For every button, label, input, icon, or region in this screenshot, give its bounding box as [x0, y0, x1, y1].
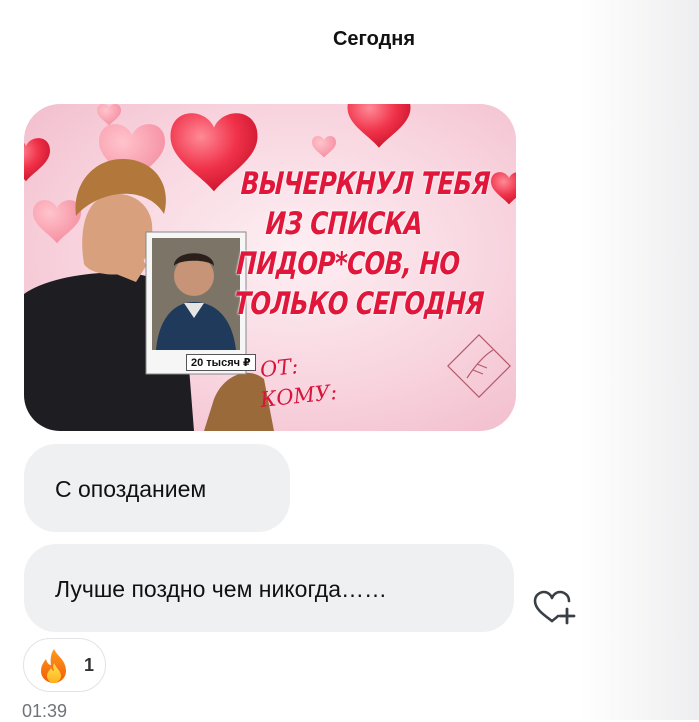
heart-icon: [347, 104, 411, 148]
headline-line: ВЫЧЕРКНУЛ ТЕБЯ: [239, 166, 491, 202]
stamp-logo: [447, 334, 511, 398]
heart-icon: [24, 138, 51, 182]
sticker-headline: ВЫЧЕРКНУЛ ТЕБЯ ИЗ СПИСКА ПИДОР*СОВ, НО Т…: [233, 164, 491, 324]
heart-icon: [33, 200, 81, 244]
heart-icon: [490, 172, 516, 205]
fire-icon: [41, 649, 66, 683]
heart-plus-icon: [533, 590, 576, 625]
heart-icon: [312, 136, 336, 158]
heart-icon: [97, 104, 121, 126]
message-text: С опозданием: [55, 476, 207, 502]
reaction-chip[interactable]: 1: [23, 638, 106, 692]
message-text: Лучше поздно чем никогда……: [55, 576, 388, 602]
background-fade: [579, 0, 699, 720]
headline-line: ИЗ СПИСКА: [264, 206, 424, 242]
reaction-count: 1: [84, 655, 95, 675]
held-photo: [145, 231, 247, 375]
sticker-from-label: ОТ:: [258, 354, 300, 382]
date-separator: Сегодня: [332, 28, 416, 50]
message-bubble[interactable]: Лучше поздно чем никогда……: [24, 544, 514, 632]
headline-line: ПИДОР*СОВ, НО: [235, 246, 461, 282]
sticker-card[interactable]: 20 тысяч ₽ ВЫЧЕРКНУЛ ТЕБЯ ИЗ СПИСКА ПИДО…: [24, 104, 516, 431]
message-timestamp: 01:39: [22, 701, 68, 721]
add-reaction-button[interactable]: [532, 590, 576, 626]
message-bubble[interactable]: С опозданием: [24, 444, 290, 532]
headline-line: ТОЛЬКО СЕГОДНЯ: [233, 286, 485, 322]
photo-price-tag: 20 тысяч ₽: [186, 354, 256, 371]
